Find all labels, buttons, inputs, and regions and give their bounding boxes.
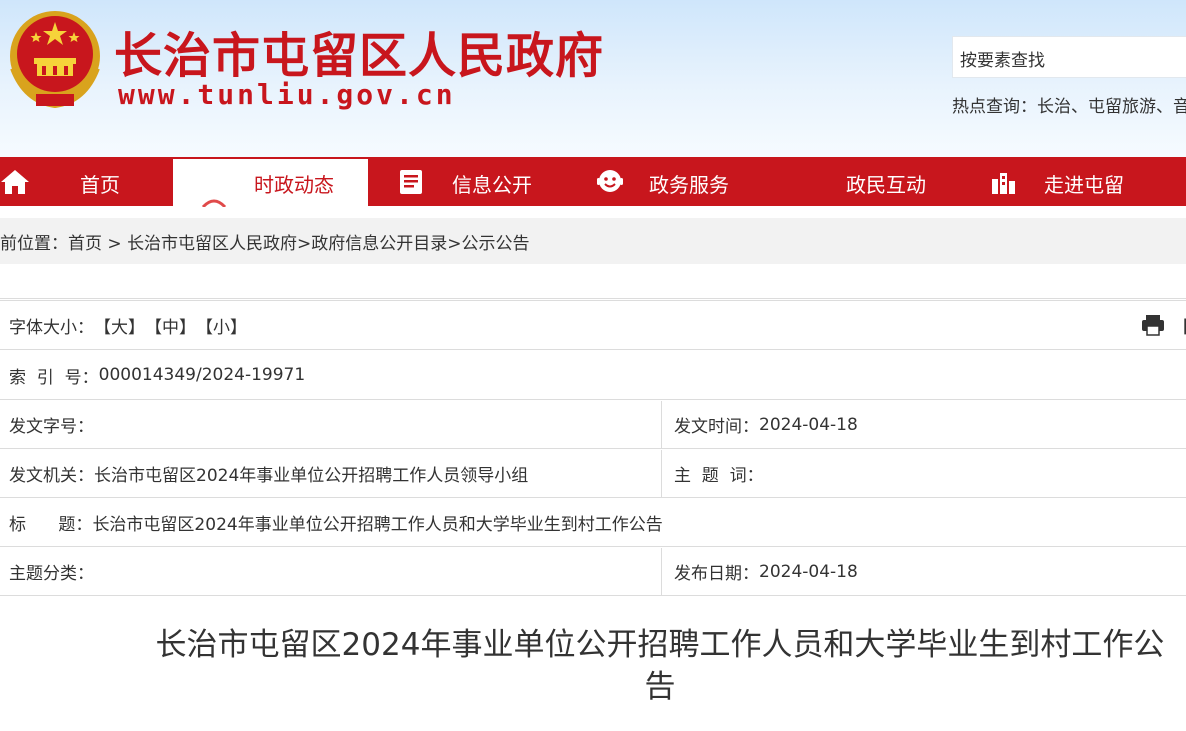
home-icon [1,170,29,194]
subject-cell: 主 题 词： [665,450,764,497]
article-title: 长治市屯留区2024年事业单位公开招聘工作人员和大学毕业生到村工作公告 [155,627,1165,705]
breadcrumb-separator: > [102,234,128,254]
doc-no-cell: 发文字号： [0,401,94,448]
building-icon [992,173,1015,194]
nav-item-service[interactable]: 政务服务 [580,157,780,206]
font-large-button[interactable]: 【大】 [94,313,145,338]
title-value: 长治市屯留区2024年事业单位公开招聘工作人员和大学毕业生到村工作公告 [92,515,663,535]
breadcrumb-home-link[interactable]: 首页 [68,234,102,254]
print-link[interactable]: 【 [1173,313,1186,338]
nav-label: 政务服务 [649,173,729,197]
font-size-controls: 字体大小： 【大】 【中】 【小】 [0,301,247,349]
site-url: www.tunliu.gov.cn [118,78,456,111]
column-divider [661,548,662,595]
publish-date-cell: 发布日期： 2024-04-18 [665,548,858,595]
print-icon[interactable] [1141,314,1165,336]
site-title: 长治市屯留区人民政府 [114,28,605,84]
nav-item-about[interactable]: 走进屯留 [985,157,1186,206]
issuer-value: 长治市屯留区2024年事业单位公开招聘工作人员领导小组 [94,466,529,486]
doc-time-value: 2024-04-18 [759,414,858,435]
site-header: 长治市屯留区人民政府 www.tunliu.gov.cn 按要素查找 热点查询：… [0,0,1186,157]
nav-item-news[interactable]: 时政动态 [173,159,368,207]
column-divider [661,401,662,448]
font-small-button[interactable]: 【小】 [196,313,247,338]
nav-item-info[interactable]: 信息公开 [380,157,570,206]
info-icon [400,170,422,194]
nav-label: 走进屯留 [1044,173,1124,197]
print-control[interactable]: 【 [1132,301,1186,349]
nav-item-home[interactable]: 首页 [0,157,170,206]
publish-date-label: 发布日期： [674,564,759,584]
index-label: 索 引 号： [9,367,99,388]
index-row: 索 引 号： 000014349/2024-19971 [0,351,1186,400]
search-input[interactable]: 按要素查找 [952,36,1186,78]
issuer-row: 发文机关： 长治市屯留区2024年事业单位公开招聘工作人员领导小组 主 题 词： [0,450,1186,498]
title-row: 标 题： 长治市屯留区2024年事业单位公开招聘工作人员和大学毕业生到村工作公告 [0,499,1186,547]
font-medium-button[interactable]: 【中】 [145,313,196,338]
publish-date-value: 2024-04-18 [759,561,858,582]
hot-search-links[interactable]: 热点查询：长治、屯留旅游、⾳ [952,92,1186,117]
doc-no-label: 发文字号： [9,417,94,437]
breadcrumb-prefix: 前位置： [0,234,68,254]
doc-time-label: 发文时间： [674,417,759,437]
font-size-row: 字体大小： 【大】 【中】 【小】 【 [0,301,1186,350]
doc-no-row: 发文字号： 发文时间： 2024-04-18 [0,401,1186,449]
subject-label: 主 题 词： [674,466,764,486]
breadcrumb: 前位置：首页 > 长治市屯留区人民政府>政府信息公开目录>公示公告 [0,218,1186,264]
index-value: 000014349/2024-19971 [98,365,306,385]
main-nav: 首页 时政动态 信息公开 政务服务 政民互动 走进屯留 [0,157,1186,207]
title-cell: 标 题： 长治市屯留区2024年事业单位公开招聘工作人员和大学毕业生到村工作公告 [0,499,663,546]
national-emblem-icon [10,11,100,109]
nav-label: 政民互动 [846,173,926,197]
issuer-cell: 发文机关： 长治市屯留区2024年事业单位公开招聘工作人员领导小组 [0,450,528,497]
doc-time-cell: 发文时间： 2024-04-18 [665,401,858,448]
index-cell: 索 引 号： 000014349/2024-19971 [0,351,305,399]
breadcrumb-path[interactable]: 长治市屯留区人民政府>政府信息公开目录>公示公告 [127,234,530,254]
column-divider [661,450,662,497]
font-size-label: 字体大小： [9,317,94,338]
nav-label: 信息公开 [452,173,532,197]
category-label: 主题分类： [9,564,94,584]
service-icon [597,170,623,192]
nav-label: 时政动态 [254,173,334,197]
issuer-label: 发文机关： [9,466,94,486]
title-label: 标 题： [9,515,93,535]
news-icon [201,199,227,207]
nav-label: 首页 [80,173,120,197]
category-cell: 主题分类： [0,548,94,595]
nav-item-interaction[interactable]: 政民互动 [790,157,980,206]
category-row: 主题分类： 发布日期： 2024-04-18 [0,548,1186,596]
